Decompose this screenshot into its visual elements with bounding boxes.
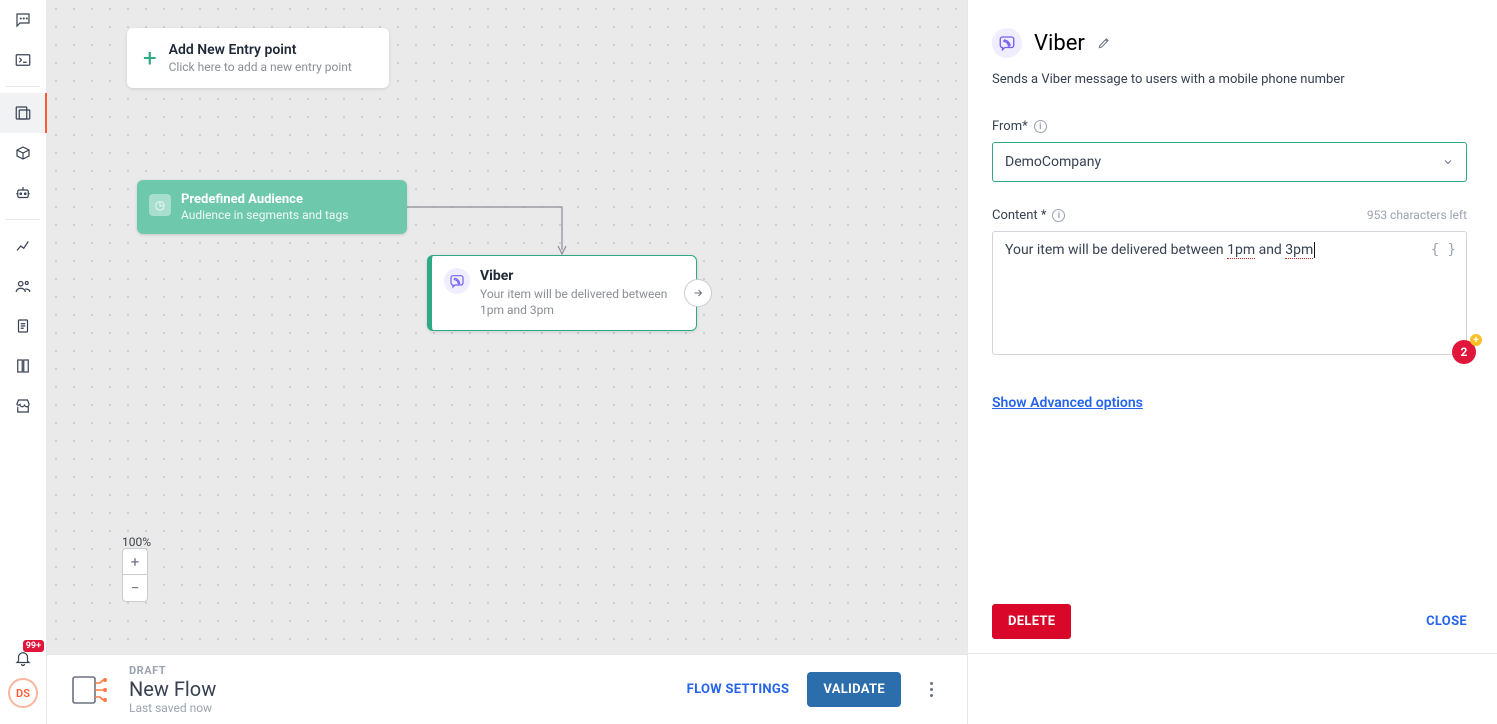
close-button[interactable]: CLOSE (1426, 614, 1467, 629)
nav-item-notifications[interactable]: 99+ (0, 638, 46, 678)
content-textarea[interactable]: Your item will be delivered between 1pm … (992, 231, 1467, 355)
notification-badge: 99+ (23, 640, 44, 652)
flow-name[interactable]: New Flow (129, 677, 216, 701)
chevron-down-icon (1442, 156, 1454, 168)
people-icon (14, 277, 32, 295)
viber-node-subtitle: Your item will be delivered between 1pm … (480, 286, 682, 318)
from-select[interactable]: DemoCompany (992, 142, 1467, 182)
document-icon (14, 317, 32, 335)
bookmark-icon (14, 357, 32, 375)
nav-item-terminal[interactable] (0, 40, 46, 80)
show-advanced-link[interactable]: Show Advanced options (992, 395, 1143, 411)
flow-canvas[interactable]: + Add New Entry point Click here to add … (47, 0, 967, 654)
viber-icon (992, 28, 1022, 58)
canvas-area: + Add New Entry point Click here to add … (47, 0, 967, 724)
audience-icon: ◷ (149, 194, 171, 216)
flow-status: DRAFT (129, 664, 216, 677)
from-label: From* i (992, 119, 1467, 134)
zoom-in-button[interactable]: + (123, 549, 147, 575)
entry-title: Add New Entry point (169, 42, 352, 58)
validate-button[interactable]: VALIDATE (807, 672, 901, 707)
edit-title-button[interactable] (1097, 36, 1111, 50)
chart-icon (14, 237, 32, 255)
viber-node[interactable]: Viber Your item will be delivered betwee… (427, 255, 697, 331)
left-nav: 99+ DS (0, 0, 47, 724)
delete-button[interactable]: DELETE (992, 604, 1071, 639)
audience-subtitle: Audience in segments and tags (181, 208, 393, 222)
viber-icon (444, 268, 470, 294)
add-entry-point-card[interactable]: + Add New Entry point Click here to add … (127, 28, 389, 88)
from-value: DemoCompany (1005, 154, 1101, 170)
audience-title: Predefined Audience (181, 192, 393, 207)
nav-item-store[interactable] (0, 386, 46, 426)
nav-item-analytics[interactable] (0, 226, 46, 266)
nav-item-package[interactable] (0, 133, 46, 173)
nav-item-people[interactable] (0, 266, 46, 306)
content-label: Content * i (992, 208, 1065, 223)
entry-subtitle: Click here to add a new entry point (169, 60, 352, 74)
flow-diagram-icon (71, 673, 111, 707)
store-icon (14, 397, 32, 415)
plus-icon: + (143, 46, 157, 70)
details-panel: Viber Sends a Viber message to users wit… (967, 0, 1497, 724)
more-menu-button[interactable] (919, 682, 943, 697)
bottom-bar: DRAFT New Flow Last saved now FLOW SETTI… (47, 654, 967, 724)
bot-icon (14, 184, 32, 202)
viber-node-title: Viber (480, 268, 682, 284)
nav-item-flow[interactable] (0, 93, 46, 133)
pencil-icon (1097, 36, 1111, 50)
nav-item-doc[interactable] (0, 306, 46, 346)
terminal-icon (14, 51, 32, 69)
zoom-level: 100% (122, 535, 151, 549)
nav-item-conversations[interactable] (0, 0, 46, 40)
info-icon[interactable]: i (1052, 209, 1065, 222)
zoom-controls: + − (122, 548, 148, 602)
pending-count-badge[interactable]: 2 (1452, 340, 1476, 364)
info-icon[interactable]: i (1034, 120, 1047, 133)
panel-description: Sends a Viber message to users with a mo… (992, 72, 1467, 87)
flow-saved-text: Last saved now (129, 701, 216, 715)
flow-icon (14, 104, 32, 122)
arrow-right-icon (692, 287, 704, 299)
nav-item-bookmark[interactable] (0, 346, 46, 386)
chat-icon (14, 11, 32, 29)
insert-variable-button[interactable]: { } (1431, 242, 1456, 258)
user-avatar[interactable]: DS (8, 678, 38, 708)
zoom-out-button[interactable]: − (123, 575, 147, 601)
flow-settings-button[interactable]: FLOW SETTINGS (687, 682, 790, 697)
audience-node[interactable]: ◷ Predefined Audience Audience in segmen… (137, 180, 407, 234)
char-count: 953 characters left (1367, 208, 1467, 222)
node-output-port[interactable] (684, 279, 712, 307)
nav-item-bot[interactable] (0, 173, 46, 213)
package-icon (14, 144, 32, 162)
panel-title: Viber (1034, 31, 1085, 56)
